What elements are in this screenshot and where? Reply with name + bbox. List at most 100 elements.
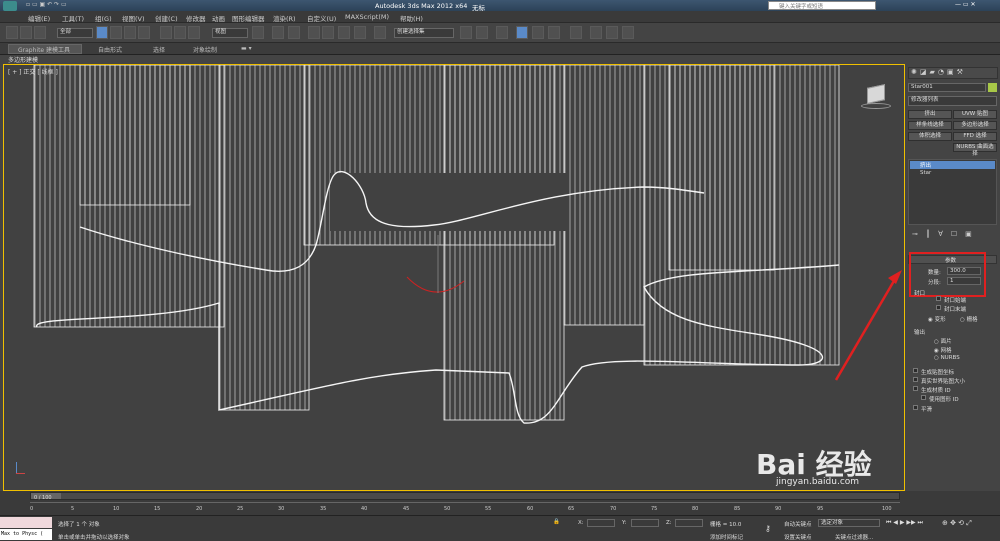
object-color-swatch[interactable]: [988, 83, 997, 92]
menu-maxscript[interactable]: MAXScript(M): [345, 13, 389, 21]
edit-named-sel-icon[interactable]: [374, 26, 386, 39]
ribbon-tab-freeform[interactable]: 自由形式: [98, 45, 122, 54]
track-bar[interactable]: 0 5 10 15 20 25 30 35 40 45 50 55 60 65 …: [30, 502, 900, 514]
ref-coord-dropdown[interactable]: 视图: [212, 28, 248, 38]
spline-select-button[interactable]: 样条线选择: [908, 121, 952, 130]
render-setup-icon[interactable]: [590, 26, 602, 39]
time-slider-thumb[interactable]: 0 / 100: [31, 493, 61, 501]
out-patch-radio[interactable]: ○ 面片: [934, 337, 952, 345]
viewcube-icon[interactable]: [861, 83, 891, 109]
y-coord-field[interactable]: [631, 519, 659, 527]
menu-group[interactable]: 组(G): [95, 13, 112, 23]
menu-animation[interactable]: 动画: [212, 13, 225, 23]
ribbon-tab-selection[interactable]: 选择: [153, 45, 165, 54]
key-filters-button[interactable]: 关键点过滤器...: [835, 533, 873, 541]
key-icon[interactable]: ⚷: [765, 524, 771, 533]
snap-icon[interactable]: [308, 26, 320, 39]
link-icon[interactable]: [6, 26, 18, 39]
out-mesh-radio[interactable]: ◉ 网格: [934, 346, 952, 354]
volume-select-button[interactable]: 体积选择: [908, 132, 952, 141]
menu-help[interactable]: 帮助(H): [400, 13, 423, 23]
stack-tools[interactable]: ⊸║∀☐▣: [908, 230, 997, 240]
select-manipulate-icon[interactable]: [272, 26, 284, 39]
help-search-input[interactable]: 键入关键字或短语: [768, 1, 876, 10]
ribbon-options-icon[interactable]: ▬ ▾: [241, 45, 252, 52]
curve-editor-icon[interactable]: [532, 26, 544, 39]
stack-item-extrude[interactable]: 挤出: [910, 161, 995, 169]
poly-select-button[interactable]: 多边形选择: [953, 121, 997, 130]
menu-rendering[interactable]: 渲染(R): [273, 13, 296, 23]
selection-filter-dropdown[interactable]: 全部: [57, 28, 93, 38]
z-coord-field[interactable]: [675, 519, 703, 527]
app-logo-icon[interactable]: [3, 1, 17, 11]
rendered-frame-icon[interactable]: [606, 26, 618, 39]
keyboard-shortcut-icon[interactable]: [288, 26, 300, 39]
auto-key-button[interactable]: 自动关键点: [784, 520, 812, 528]
render-teapot-icon[interactable]: [622, 26, 634, 39]
menu-modifiers[interactable]: 修改器: [186, 13, 206, 23]
time-slider[interactable]: 0 / 100: [30, 492, 900, 501]
tick-label: 65: [568, 506, 575, 512]
material-editor-icon[interactable]: [570, 26, 582, 39]
select-by-name-icon[interactable]: [110, 26, 122, 39]
angle-snap-icon[interactable]: [322, 26, 334, 39]
window-controls[interactable]: — ▭ ✕: [955, 1, 976, 8]
pivot-center-icon[interactable]: [252, 26, 264, 39]
menu-views[interactable]: 视图(V): [122, 13, 145, 23]
set-key-button[interactable]: 设置关键点: [784, 533, 812, 541]
nav-controls[interactable]: ⊕ ✥ ⟲ ⤢: [942, 519, 972, 528]
use-shape-checkbox[interactable]: [921, 395, 926, 400]
layer-manager-icon[interactable]: [496, 26, 508, 39]
tick-label: 30: [278, 506, 285, 512]
out-nurbs-radio[interactable]: ○ NURBS: [934, 355, 960, 361]
modifier-stack[interactable]: 挤出 Star: [908, 159, 997, 225]
stack-item-star[interactable]: Star: [920, 170, 931, 176]
menu-edit[interactable]: 编辑(E): [28, 13, 50, 23]
lock-icon[interactable]: 🔒: [553, 519, 560, 525]
scale-icon[interactable]: [188, 26, 200, 39]
unlink-icon[interactable]: [20, 26, 32, 39]
maxscript-mini[interactable]: Max to Physc (: [0, 529, 52, 540]
object-name-field[interactable]: Star001: [908, 83, 986, 92]
move-icon[interactable]: [160, 26, 172, 39]
menu-customize[interactable]: 自定义(U): [307, 13, 336, 23]
percent-snap-icon[interactable]: [338, 26, 350, 39]
cap-end-checkbox[interactable]: [936, 305, 941, 310]
nurbs-surface-select-button[interactable]: NURBS 曲面选择: [953, 143, 997, 157]
graphite-toggle-icon[interactable]: [516, 26, 528, 39]
gen-map-checkbox[interactable]: [913, 368, 918, 373]
bind-space-warp-icon[interactable]: [34, 26, 46, 39]
menu-tools[interactable]: 工具(T): [62, 13, 84, 23]
grid-size: 栅格 = 10.0: [710, 522, 742, 528]
maxscript-listener[interactable]: [0, 517, 52, 528]
viewport-perspective[interactable]: [ + ] 正交 [ 线框 ] Bai 经验 jingyan.baidu.com: [3, 64, 905, 491]
mirror-icon[interactable]: [460, 26, 472, 39]
cmd-tabs[interactable]: ✺◪▰◔▣⚒: [908, 67, 998, 79]
smooth-checkbox[interactable]: [913, 405, 918, 410]
ffd-select-button[interactable]: FFD 选择: [953, 132, 997, 141]
key-mode-dropdown[interactable]: 选定对象: [818, 519, 880, 527]
ribbon-tab-object-paint[interactable]: 对象绘制: [193, 45, 217, 54]
named-selection-dropdown[interactable]: 创建选择集: [394, 28, 454, 38]
cap-start-checkbox[interactable]: [936, 296, 941, 301]
cap-end-label: 封口末端: [944, 307, 967, 313]
select-object-icon[interactable]: [96, 26, 108, 39]
grid-radio[interactable]: ○ 栅格: [960, 315, 978, 323]
x-coord-field[interactable]: [587, 519, 615, 527]
rect-selection-icon[interactable]: [124, 26, 136, 39]
align-icon[interactable]: [476, 26, 488, 39]
menu-graph-editors[interactable]: 图形编辑器: [232, 13, 265, 23]
rotate-icon[interactable]: [174, 26, 186, 39]
real-world-checkbox[interactable]: [913, 377, 918, 382]
menu-create[interactable]: 创建(C): [155, 13, 178, 23]
spinner-snap-icon[interactable]: [354, 26, 366, 39]
playback-controls[interactable]: ⏮ ◀ ▶ ▶▶ ⏭: [886, 519, 923, 527]
uvw-map-button[interactable]: UVW 贴图: [953, 110, 997, 119]
morph-radio[interactable]: ◉ 变形: [928, 315, 946, 323]
modifier-list-dropdown[interactable]: 修改器列表: [908, 96, 997, 106]
extrude-button[interactable]: 挤出: [908, 110, 952, 119]
add-time-tag[interactable]: 添加时间标记: [710, 533, 743, 541]
schematic-view-icon[interactable]: [548, 26, 560, 39]
window-crossing-icon[interactable]: [138, 26, 150, 39]
gen-mat-checkbox[interactable]: [913, 386, 918, 391]
